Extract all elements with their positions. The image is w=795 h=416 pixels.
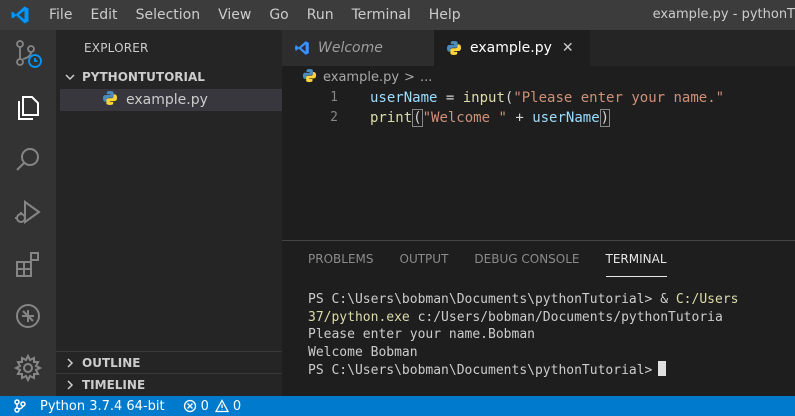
code-line: 1 userName = input("Please enter your na… [282, 88, 795, 108]
code-text: userName = input("Please enter your name… [370, 88, 724, 108]
terminal-line: Please enter your name.Bobman [308, 327, 535, 342]
menu-terminal[interactable]: Terminal [343, 0, 420, 30]
remote-branch-icon[interactable] [0, 399, 40, 413]
code-line: 2 print("Welcome " + userName) [282, 108, 795, 128]
terminal-highlight: 37/python.exe [308, 309, 410, 325]
tab-welcome[interactable]: Welcome [282, 30, 434, 66]
tab-example-label: example.py [470, 40, 552, 56]
code-token: ) [599, 109, 611, 127]
outline-label: OUTLINE [82, 355, 141, 370]
activity-bar [0, 30, 56, 396]
menu-edit[interactable]: Edit [81, 0, 126, 30]
terminal-text: PS C:\Users\bobman\Documents\pythonTutor… [308, 292, 676, 307]
code-token: userName [532, 110, 600, 126]
vscode-logo-icon [0, 0, 40, 30]
terminal-line: Welcome Bobman [308, 344, 418, 360]
python-interpreter[interactable]: Python 3.7.4 64-bit [40, 399, 165, 414]
code-token: "Welcome " [422, 110, 507, 126]
code-token: ( [412, 109, 423, 127]
python-file-icon [446, 40, 462, 56]
breadcrumb-separator: > [404, 69, 415, 85]
terminal-line: PS C:\Users\bobman\Documents\pythonTutor… [308, 361, 738, 379]
extensions-icon[interactable] [0, 240, 56, 288]
breadcrumb-file[interactable]: example.py [323, 70, 399, 85]
menu-bar: File Edit Selection View Go Run Terminal… [40, 0, 470, 30]
code-token: = [437, 90, 463, 106]
code-token: + [506, 110, 533, 126]
chevron-down-icon [62, 69, 78, 85]
python-file-icon [102, 90, 118, 110]
section-outline[interactable]: OUTLINE [56, 351, 282, 373]
folder-pythontutorial[interactable]: PYTHONTUTORIAL [56, 66, 282, 88]
file-example-py[interactable]: example.py [60, 89, 282, 111]
code-token: print [370, 110, 413, 126]
panel-tabs: PROBLEMS OUTPUT DEBUG CONSOLE TERMINAL [282, 241, 667, 277]
terminal-prompt: PS C:\Users\bobman\Documents\pythonTutor… [308, 363, 653, 378]
terminal-cursor [658, 361, 667, 376]
breadcrumb: example.py > ... [282, 66, 795, 88]
line-number: 1 [330, 90, 338, 105]
code-text: print("Welcome " + userName) [370, 108, 611, 128]
tab-output[interactable]: OUTPUT [400, 241, 449, 277]
python-file-icon [302, 68, 317, 87]
explorer-sidebar: EXPLORER PYTHONTUTORIAL example.py OUTLI… [56, 30, 282, 396]
title-bar: File Edit Selection View Go Run Terminal… [0, 0, 795, 30]
menu-file[interactable]: File [40, 0, 81, 30]
line-number: 2 [330, 110, 338, 125]
tab-debug-console[interactable]: DEBUG CONSOLE [474, 241, 579, 277]
terminal-line: 37/python.exe c:/Users/bobman/Documents/… [308, 309, 738, 327]
code-token: userName [370, 90, 438, 106]
settings-gear-icon[interactable] [0, 344, 56, 392]
editor-tabs: Welcome example.py ✕ [282, 30, 795, 66]
terminal-highlight: C:/Users [675, 292, 739, 307]
close-tab-icon[interactable]: ✕ [562, 40, 574, 56]
chevron-right-icon [62, 377, 78, 393]
explorer-title: EXPLORER [84, 41, 149, 55]
remote-explorer-icon[interactable] [0, 292, 56, 340]
section-timeline[interactable]: TIMELINE [56, 373, 282, 395]
status-bar: Python 3.7.4 64-bit 0 0 [0, 396, 795, 416]
terminal-line: PS C:\Users\bobman\Documents\pythonTutor… [308, 291, 738, 309]
warning-icon [214, 399, 229, 413]
code-token: input [462, 90, 505, 106]
menu-go[interactable]: Go [260, 0, 297, 30]
error-count: 0 [200, 398, 209, 414]
timeline-label: TIMELINE [82, 377, 146, 392]
terminal-output[interactable]: PS C:\Users\bobman\Documents\pythonTutor… [308, 291, 738, 379]
tab-problems[interactable]: PROBLEMS [308, 241, 374, 277]
tab-welcome-label: Welcome [318, 40, 383, 56]
search-icon[interactable] [0, 136, 56, 184]
code-editor[interactable]: 1 userName = input("Please enter your na… [282, 88, 795, 238]
bottom-panel: PROBLEMS OUTPUT DEBUG CONSOLE TERMINAL P… [282, 240, 795, 396]
problems-status[interactable]: 0 0 [183, 398, 242, 414]
file-label: example.py [126, 92, 208, 108]
explorer-icon[interactable] [0, 84, 56, 132]
menu-selection[interactable]: Selection [127, 0, 210, 30]
folder-label: PYTHONTUTORIAL [82, 70, 205, 84]
warning-count: 0 [232, 398, 242, 414]
tab-example-py[interactable]: example.py ✕ [434, 30, 590, 66]
code-token: "Please enter your name." [513, 90, 725, 106]
tab-terminal[interactable]: TERMINAL [605, 241, 667, 277]
menu-run[interactable]: Run [298, 0, 343, 30]
window-title: example.py - pythonT [652, 7, 795, 22]
menu-help[interactable]: Help [420, 0, 470, 30]
breadcrumb-more[interactable]: ... [420, 70, 432, 85]
menu-view[interactable]: View [209, 0, 260, 30]
vscode-welcome-icon [294, 40, 310, 56]
chevron-right-icon [62, 355, 78, 371]
terminal-text: c:/Users/bobman/Documents/pythonTutoria [409, 309, 723, 325]
run-debug-icon[interactable] [0, 188, 56, 236]
error-icon [183, 399, 196, 413]
source-control-icon[interactable] [0, 30, 56, 78]
